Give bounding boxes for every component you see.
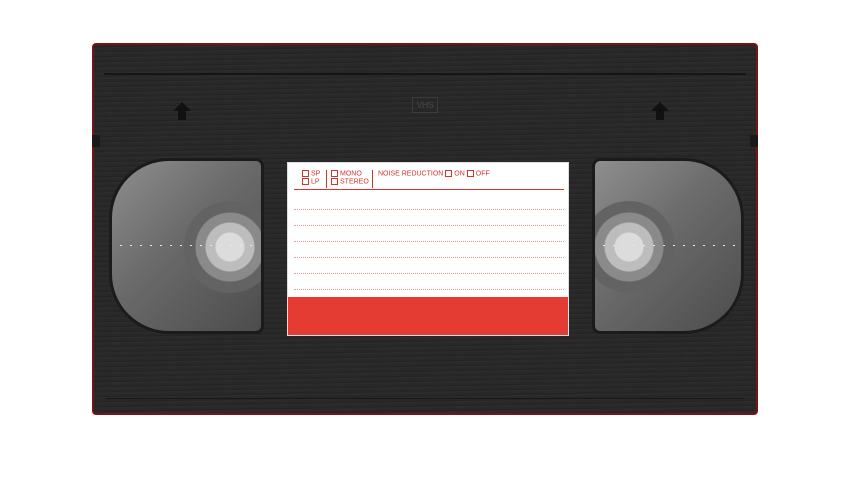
mono-label: MONO (340, 170, 362, 178)
checkbox-icon (302, 170, 309, 177)
write-line (294, 225, 564, 226)
checkbox-icon (302, 178, 309, 186)
speed-options: SP LP (302, 170, 320, 187)
write-line (294, 257, 564, 258)
top-rail (104, 73, 746, 75)
checkbox-icon (331, 170, 338, 177)
side-notch (92, 135, 100, 147)
label-divider (294, 189, 564, 190)
write-line (294, 241, 564, 242)
tape-reel (595, 201, 675, 293)
write-line (294, 209, 564, 210)
write-line (294, 289, 564, 290)
checkbox-icon (331, 178, 338, 186)
stereo-label: STEREO (340, 178, 369, 186)
reel-window-right (592, 158, 744, 334)
up-arrow-icon (651, 102, 669, 120)
checkbox-icon (445, 170, 453, 177)
nr-off-label: OFF (475, 170, 490, 178)
window-scale (603, 245, 739, 246)
noise-reduction-options: NOISE REDUCTION ON OFF (372, 170, 490, 188)
side-notch (750, 135, 758, 147)
up-arrow-icon (173, 102, 191, 120)
audio-options: MONO STEREO (326, 170, 369, 188)
nr-on-label: ON (454, 170, 465, 178)
cassette-label: SP LP MONO STEREO NOISE REDUCTION ON OFF (287, 162, 569, 336)
vhs-cassette: VHS SP LP MONO STEREO NOISE REDUCTION ON… (92, 43, 758, 415)
label-red-band (288, 297, 568, 335)
lp-label: LP (311, 178, 320, 186)
noise-reduction-label: NOISE REDUCTION (378, 170, 444, 178)
tape-reel (184, 201, 261, 293)
reel-window-left (109, 158, 264, 334)
checkbox-icon (466, 170, 474, 177)
lower-edge (106, 398, 744, 399)
sp-label: SP (311, 170, 321, 178)
vhs-logo: VHS (412, 97, 438, 113)
window-scale (120, 245, 256, 246)
write-line (294, 273, 564, 274)
